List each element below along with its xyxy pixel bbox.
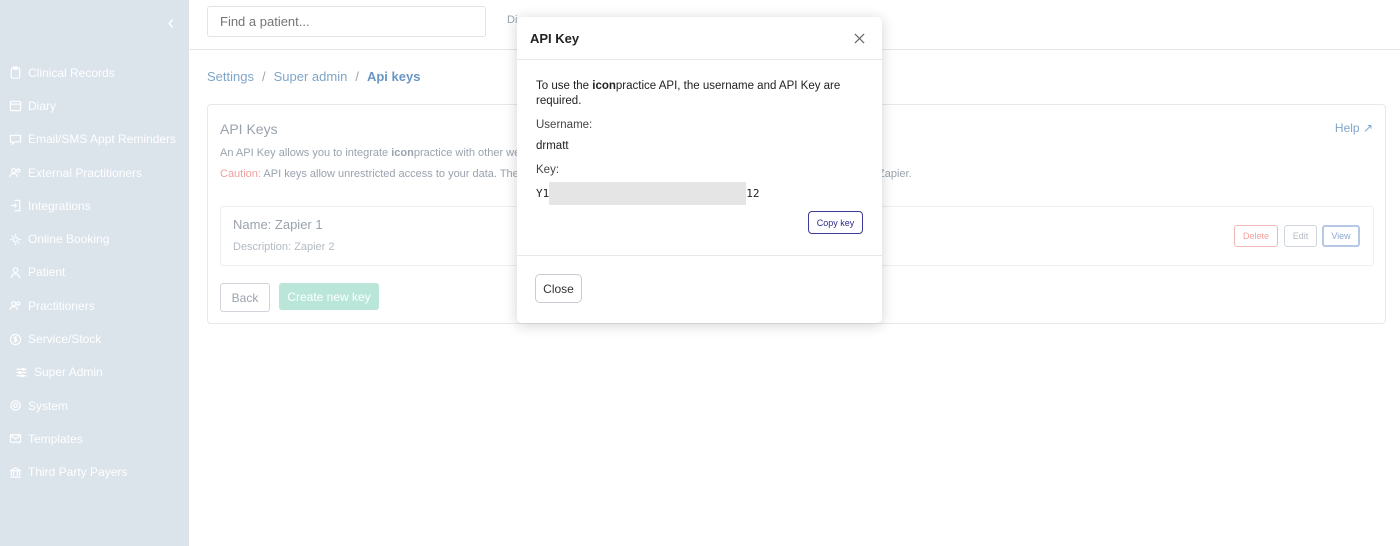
sidebar-item-label: External Practitioners bbox=[28, 165, 143, 180]
breadcrumb-super-admin[interactable]: Super admin bbox=[274, 69, 348, 84]
edit-button[interactable]: Edit bbox=[1284, 225, 1317, 247]
modal-intro: To use the iconpractice API, the usernam… bbox=[536, 79, 856, 109]
card-description: An API Key allows you to integrate iconp… bbox=[220, 147, 520, 159]
sidebar-item-label: Service/Stock bbox=[28, 332, 102, 347]
sidebar-item-diary[interactable]: Diary bbox=[0, 89, 189, 122]
sidebar-item-label: Clinical Records bbox=[28, 65, 115, 80]
chat-icon bbox=[8, 132, 22, 146]
sidebar-item-label: Integrations bbox=[28, 198, 91, 213]
gear-icon bbox=[8, 399, 22, 413]
breadcrumb: Settings / Super admin / Api keys bbox=[207, 69, 420, 84]
users-icon bbox=[8, 299, 22, 313]
modal-title: API Key bbox=[530, 31, 580, 46]
sidebar-nav: Clinical Records Diary Email/SMS Appt Re… bbox=[0, 56, 189, 489]
search-input[interactable] bbox=[207, 6, 486, 37]
back-button[interactable]: Back bbox=[220, 283, 270, 312]
key-name: Name: Zapier 1 bbox=[233, 217, 323, 232]
caution-body: API keys allow unrestricted access to yo… bbox=[260, 168, 519, 180]
clipboard-icon bbox=[8, 66, 22, 80]
modal-body: To use the iconpractice API, the usernam… bbox=[517, 60, 882, 256]
sidebar-item-service-stock[interactable]: Service/Stock bbox=[0, 322, 189, 355]
view-button[interactable]: View bbox=[1322, 225, 1360, 247]
sidebar-item-email-sms[interactable]: Email/SMS Appt Reminders bbox=[0, 123, 189, 156]
sidebar-item-label: Patient bbox=[28, 265, 66, 280]
sidebar: ‹ Clinical Records Diary Email/SMS Appt … bbox=[0, 0, 189, 546]
key-end: 12 bbox=[746, 187, 760, 200]
sidebar-item-label: System bbox=[28, 398, 69, 413]
bank-icon bbox=[8, 465, 22, 479]
mail-icon bbox=[8, 432, 22, 446]
breadcrumb-separator: / bbox=[355, 69, 359, 84]
card-title: API Keys bbox=[220, 121, 278, 137]
copy-key-button[interactable]: Copy key bbox=[808, 211, 863, 234]
sidebar-item-clinical-records[interactable]: Clinical Records bbox=[0, 56, 189, 89]
sidebar-item-patient[interactable]: Patient bbox=[0, 256, 189, 289]
desc-suffix: practice with other we bbox=[413, 147, 521, 159]
sidebar-item-label: Email/SMS Appt Reminders bbox=[28, 132, 177, 147]
sidebar-item-label: Diary bbox=[28, 98, 57, 113]
key-label: Key: bbox=[536, 164, 560, 176]
delete-button[interactable]: Delete bbox=[1234, 225, 1278, 247]
api-key-modal: API Key To use the iconpractice API, the… bbox=[517, 17, 882, 323]
caution-tail: Zapier. bbox=[878, 168, 912, 180]
caution-label: Caution: bbox=[220, 168, 261, 180]
sidebar-panel: ‹ Clinical Records Diary Email/SMS Appt … bbox=[0, 0, 189, 546]
close-button[interactable]: Close bbox=[535, 274, 582, 303]
sidebar-item-online-booking[interactable]: Online Booking bbox=[0, 222, 189, 255]
sidebar-item-integrations[interactable]: Integrations bbox=[0, 189, 189, 222]
users-icon bbox=[8, 166, 22, 180]
help-label: Help bbox=[1334, 121, 1360, 135]
sidebar-item-third-party-payers[interactable]: Third Party Payers bbox=[0, 456, 189, 489]
desc-brand: icon bbox=[391, 147, 414, 159]
sparkle-icon bbox=[8, 232, 22, 246]
login-icon bbox=[8, 199, 22, 213]
intro-prefix: To use the bbox=[536, 80, 593, 92]
sidebar-item-label: Online Booking bbox=[28, 232, 110, 247]
key-redacted bbox=[549, 182, 747, 205]
dollar-icon bbox=[8, 332, 22, 346]
sidebar-item-label: Templates bbox=[28, 431, 83, 446]
sidebar-item-external-practitioners[interactable]: External Practitioners bbox=[0, 156, 189, 189]
key-start: Y1 bbox=[536, 187, 550, 200]
sidebar-item-system[interactable]: System bbox=[0, 389, 189, 422]
key-description: Description: Zapier 2 bbox=[233, 241, 335, 253]
external-link-icon: ↗ bbox=[1362, 121, 1373, 135]
modal-footer: Close bbox=[517, 256, 882, 322]
breadcrumb-api-keys: Api keys bbox=[366, 69, 421, 84]
caution-text: Caution: API keys allow unrestricted acc… bbox=[220, 168, 519, 180]
sidebar-item-practitioners[interactable]: Practitioners bbox=[0, 289, 189, 322]
sidebar-item-templates[interactable]: Templates bbox=[0, 422, 189, 455]
sliders-icon bbox=[14, 365, 28, 379]
help-link[interactable]: Help ↗ bbox=[1335, 121, 1373, 135]
create-new-key-button[interactable]: Create new key bbox=[279, 283, 379, 310]
modal-header: API Key bbox=[517, 17, 882, 60]
breadcrumb-settings[interactable]: Settings bbox=[207, 69, 254, 84]
breadcrumb-separator: / bbox=[261, 69, 266, 84]
desc-prefix: An API Key allows you to integrate bbox=[220, 147, 392, 159]
intro-brand: icon bbox=[592, 80, 616, 92]
top-link[interactable]: Di bbox=[507, 14, 517, 26]
sidebar-item-label: Practitioners bbox=[28, 298, 95, 313]
calendar-icon bbox=[8, 99, 22, 113]
sidebar-item-label: Third Party Payers bbox=[28, 465, 128, 480]
close-icon[interactable] bbox=[854, 31, 868, 45]
username-label: Username: bbox=[536, 119, 593, 131]
chevron-left-icon[interactable]: ‹ bbox=[162, 12, 180, 34]
sidebar-item-label: Super Admin bbox=[34, 365, 103, 380]
username-value: drmatt bbox=[536, 140, 569, 152]
sidebar-item-super-admin[interactable]: Super Admin bbox=[0, 356, 189, 389]
key-value: Y1 12 bbox=[536, 182, 760, 205]
user-icon bbox=[8, 265, 22, 279]
